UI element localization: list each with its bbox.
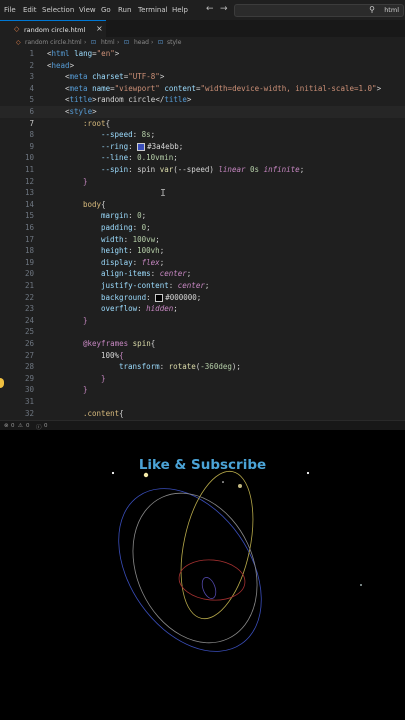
- line-number-text: 31: [24, 397, 34, 406]
- line-number-text: 18: [24, 246, 34, 256]
- forward-arrow-icon[interactable]: →: [220, 4, 228, 14]
- status-bar: ⊗ 0 ⚠ 0 ⓘ 0: [0, 420, 405, 430]
- line-number-text: 5: [29, 95, 34, 105]
- element-icon: ⊡: [91, 39, 97, 46]
- color-swatch[interactable]: [155, 293, 164, 302]
- tab-label: random circle.html: [24, 26, 86, 34]
- menu-file[interactable]: File: [4, 6, 16, 14]
- menu-bar: File Edit Selection View Go Run Terminal…: [0, 0, 405, 21]
- orbit-ring-red: [178, 559, 246, 601]
- line-number-text: 30: [24, 385, 34, 395]
- line-number-text: 11: [24, 165, 34, 174]
- line-number-text: 13: [24, 188, 34, 198]
- random-circle-animation: [111, 470, 362, 652]
- html-file-icon: ◇: [14, 25, 20, 33]
- code-editor-window: File Edit Selection View Go Run Terminal…: [0, 0, 405, 430]
- error-icon: ⊗: [4, 423, 9, 429]
- command-center-search[interactable]: ⚲ html: [234, 4, 404, 17]
- warning-count[interactable]: 0: [26, 423, 30, 429]
- line-number-text: 9: [29, 141, 34, 151]
- line-number-text: 32: [24, 408, 34, 418]
- line-number-text: 24: [24, 315, 34, 325]
- chevron-right-icon: ›: [151, 39, 154, 46]
- line-number-text: 1: [29, 49, 34, 58]
- line-number-text: 3: [29, 72, 34, 82]
- menu-help[interactable]: Help: [172, 6, 188, 14]
- line-number-text: 2: [29, 60, 34, 70]
- line-number-text: 14: [24, 199, 34, 209]
- menu-terminal[interactable]: Terminal: [138, 6, 168, 14]
- search-text: html: [384, 6, 399, 14]
- element-icon: ⊡: [124, 39, 130, 46]
- line-number-text: 27: [24, 350, 34, 360]
- tab-bar: ◇ random circle.html ×: [0, 20, 405, 38]
- menu-run[interactable]: Run: [118, 6, 131, 14]
- line-number-text: 8: [29, 130, 34, 140]
- code-area[interactable]: 1 2 3 4 5 6 7 8 9 10 11 12 13 14 15 16 17 18 19 20 21 22 23 24 2…: [0, 48, 405, 429]
- line-number-text: 6: [29, 107, 34, 116]
- line-number-text: 21: [24, 281, 34, 290]
- orbit-ring-blue: [118, 488, 262, 652]
- line-number-text: 28: [24, 362, 34, 372]
- warning-icon: ⚠: [18, 423, 23, 429]
- breadcrumb-html[interactable]: html: [101, 39, 115, 46]
- menu-selection[interactable]: Selection: [42, 6, 74, 14]
- breadcrumb-file[interactable]: random circle.html: [25, 39, 82, 46]
- menu-view[interactable]: View: [79, 6, 96, 14]
- star-dot: [238, 484, 242, 488]
- browser-preview: Like & Subscribe: [0, 430, 405, 720]
- info-count[interactable]: 0: [44, 423, 48, 429]
- orbit-ring-yellow: [180, 470, 254, 620]
- mouse-text-cursor: I: [160, 188, 167, 199]
- line-number-text: 16: [24, 223, 34, 232]
- line-number-text: 23: [24, 304, 34, 314]
- close-icon[interactable]: ×: [96, 24, 103, 33]
- orbit-ring-violet: [201, 577, 217, 599]
- star-dot: [143, 472, 149, 478]
- line-number-text: 22: [24, 292, 34, 302]
- line-number-text: 29: [24, 373, 34, 383]
- info-icon: ⓘ: [36, 425, 42, 430]
- line-number-text: 25: [24, 327, 34, 337]
- menu-edit[interactable]: Edit: [23, 6, 37, 14]
- chevron-right-icon: ›: [117, 39, 120, 46]
- line-number-text: 19: [24, 257, 34, 267]
- error-count[interactable]: 0: [11, 423, 15, 429]
- breadcrumb-style[interactable]: style: [167, 39, 181, 46]
- star-dot: [222, 481, 224, 483]
- star-dot: [306, 471, 310, 475]
- current-line-highlight: [0, 106, 405, 118]
- orbit-ring-gray: [132, 492, 258, 644]
- line-number-text: 15: [24, 211, 34, 221]
- breadcrumb-head[interactable]: head: [134, 39, 149, 46]
- html-file-icon: ◇: [16, 39, 21, 46]
- chevron-right-icon: ›: [84, 39, 87, 46]
- line-number-text: 4: [29, 83, 34, 93]
- tab-random-circle[interactable]: ◇ random circle.html ×: [0, 20, 106, 38]
- star-dot: [111, 471, 115, 475]
- color-swatch[interactable]: [137, 142, 146, 151]
- element-icon: ⊡: [158, 39, 164, 46]
- star-dot: [360, 584, 362, 586]
- back-arrow-icon[interactable]: ←: [206, 4, 214, 14]
- line-number-text: 10: [24, 153, 34, 163]
- line-number-text: 17: [24, 234, 34, 244]
- line-number-text: 12: [24, 176, 34, 186]
- line-number-text: 7: [29, 118, 34, 128]
- line-number-text: 26: [24, 339, 34, 348]
- menu-go[interactable]: Go: [101, 6, 111, 14]
- line-number-text: 20: [24, 269, 34, 279]
- search-icon: ⚲: [369, 5, 375, 14]
